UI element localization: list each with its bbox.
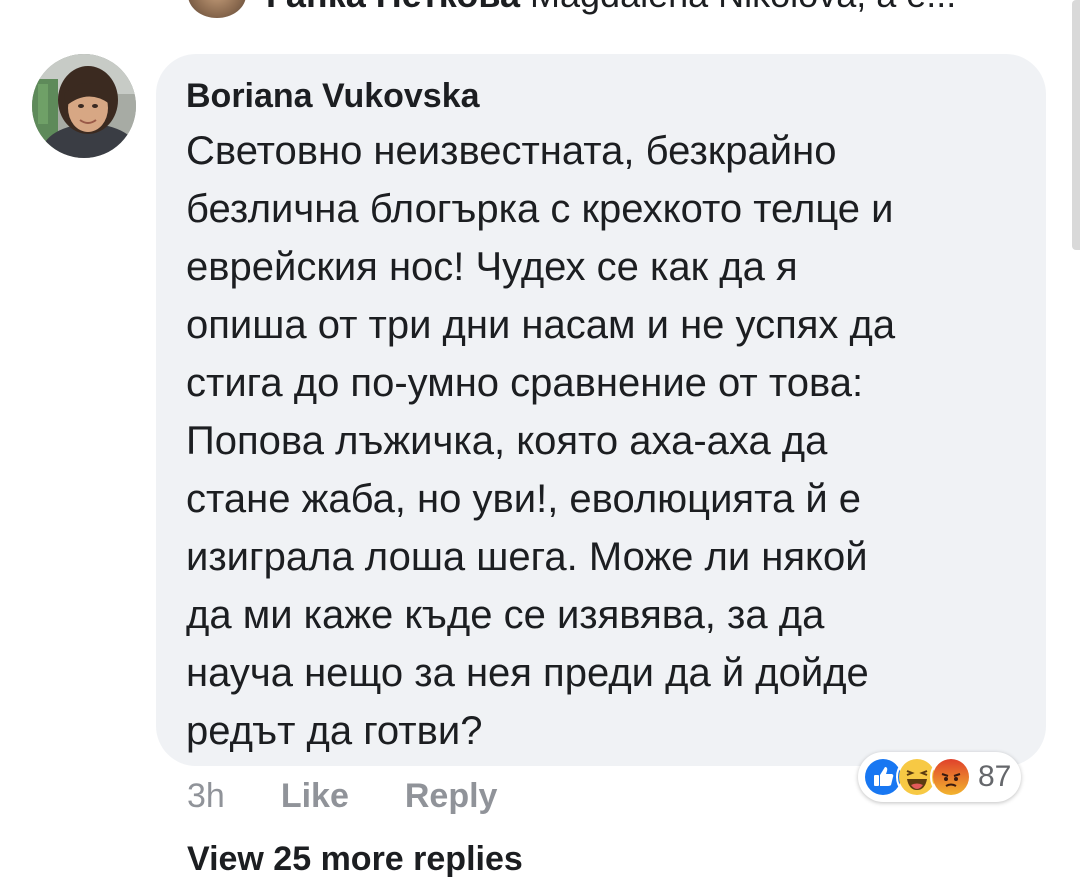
comment-bubble: Boriana Vukovska Световно неизвестната, … <box>156 54 1046 766</box>
comment-actions: 3h Like Reply <box>187 772 497 820</box>
reaction-count: 87 <box>978 760 1012 793</box>
comment-text-line: стане жаба, но уви!, еволюцията й е <box>186 477 862 521</box>
avatar[interactable] <box>32 54 136 158</box>
view-more-replies-link[interactable]: View 25 more replies <box>187 840 523 879</box>
comment-text-line: Попова лъжичка, която аха-аха да <box>186 419 828 463</box>
angry-reaction-icon <box>930 756 972 798</box>
comment-timestamp[interactable]: 3h <box>187 777 225 816</box>
previous-commenter-avatar[interactable] <box>188 0 246 18</box>
comment-text-line: опиша от три дни насам и не успях да <box>186 303 896 347</box>
scrollbar[interactable] <box>1072 0 1080 250</box>
like-button[interactable]: Like <box>281 777 349 816</box>
comment-thread: Ганка Петкова Magdalena Nikolova, а е...… <box>0 0 1080 896</box>
previous-comment-line: Ганка Петкова Magdalena Nikolova, а е... <box>266 0 956 17</box>
comment-text-line: изиграла лоша шега. Може ли някой <box>186 535 868 579</box>
comment-text: Световно неизвестната, безкрайно безличн… <box>186 122 1016 760</box>
reply-button[interactable]: Reply <box>405 777 498 816</box>
comment-text-line: стига до по-умно сравнение от това: <box>186 361 864 405</box>
comment-text-line: Световно неизвестната, безкрайно <box>186 129 837 173</box>
comment-author[interactable]: Boriana Vukovska <box>186 74 1016 118</box>
comment-text-line: еврейския нос! Чудех се как да я <box>186 245 798 289</box>
comment-text-line: да ми каже къде се изявява, за да <box>186 593 825 637</box>
profile-photo-icon <box>32 54 136 158</box>
comment-text-line: безлична блогърка с крехкото телце и <box>186 187 894 231</box>
previous-comment-author[interactable]: Ганка Петкова <box>266 0 520 15</box>
previous-comment-text: Magdalena Nikolova, а е... <box>520 0 956 15</box>
reactions-summary[interactable]: 87 <box>858 752 1022 802</box>
comment-text-line: науча нещо за нея преди да й дойде <box>186 651 869 695</box>
